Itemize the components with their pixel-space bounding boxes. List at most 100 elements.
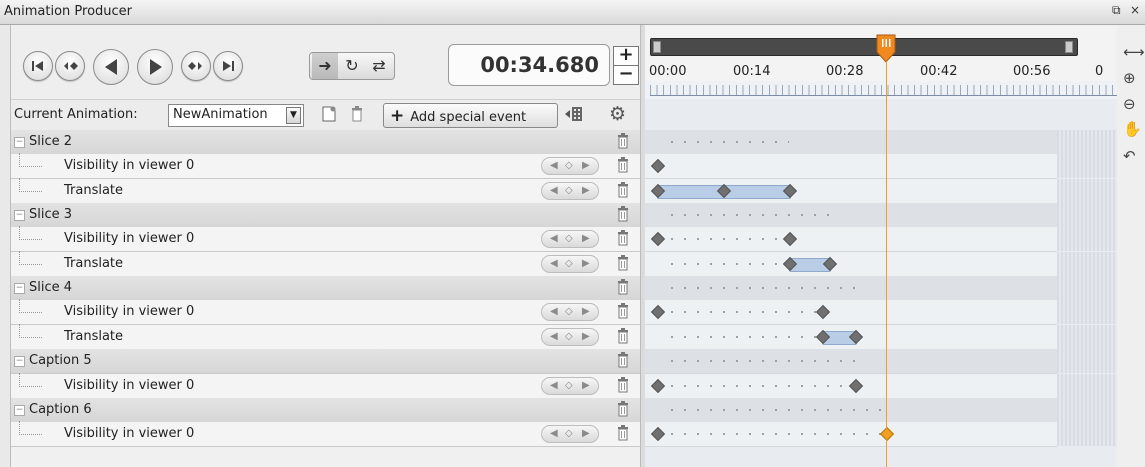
trash-icon[interactable] — [616, 254, 630, 276]
time-scrubber[interactable] — [650, 38, 1078, 56]
next-keyframe-button[interactable] — [181, 51, 211, 81]
set-key-icon[interactable]: ◇ — [565, 304, 573, 320]
trash-icon[interactable] — [616, 376, 630, 398]
timeline-track-row[interactable] — [645, 325, 1117, 350]
insert-keyframe-icon[interactable] — [564, 105, 584, 127]
keyframe-marker[interactable] — [650, 158, 666, 174]
track-group-row[interactable]: − Slice 3 — [11, 203, 641, 228]
next-key-icon[interactable]: ▶ — [582, 183, 590, 199]
track-row[interactable]: ◀ ◇ ▶ Visibility in viewer 0 — [11, 299, 641, 325]
timeline-track-row[interactable] — [645, 398, 1117, 423]
timeline-track-row[interactable] — [645, 300, 1117, 325]
track-row[interactable]: ◀ ◇ ▶ Visibility in viewer 0 — [11, 226, 641, 252]
timeline-track-row[interactable] — [645, 374, 1117, 399]
trash-icon[interactable] — [616, 424, 630, 446]
prev-key-icon[interactable]: ◀ — [550, 329, 558, 345]
keyframe-marker[interactable] — [650, 304, 666, 320]
timeline-track-row[interactable] — [645, 276, 1117, 301]
collapse-toggle-icon[interactable]: − — [14, 356, 25, 367]
previous-keyframe-button[interactable] — [55, 51, 85, 81]
set-key-icon[interactable]: ◇ — [565, 183, 573, 199]
collapse-toggle-icon[interactable]: − — [14, 137, 25, 148]
keyframe-nav-buttons[interactable]: ◀ ◇ ▶ — [541, 182, 599, 200]
next-key-icon[interactable]: ▶ — [582, 231, 590, 247]
trash-icon[interactable] — [616, 400, 630, 422]
next-key-icon[interactable]: ▶ — [582, 378, 590, 394]
fit-range-icon[interactable]: ⟷ — [1123, 43, 1145, 61]
trash-icon[interactable] — [616, 132, 630, 154]
track-row[interactable]: ◀ ◇ ▶ Visibility in viewer 0 — [11, 421, 641, 447]
keyframe-marker[interactable] — [783, 231, 798, 247]
zoom-out-icon[interactable]: ⊖ — [1123, 95, 1136, 113]
prev-key-icon[interactable]: ◀ — [550, 304, 558, 320]
prev-key-icon[interactable]: ◀ — [550, 231, 558, 247]
prev-key-icon[interactable]: ◀ — [550, 183, 558, 199]
time-ruler[interactable] — [650, 85, 1117, 96]
go-to-end-button[interactable] — [213, 51, 243, 81]
track-group-row[interactable]: − Slice 4 — [11, 276, 641, 301]
trash-icon[interactable] — [616, 181, 630, 203]
set-key-icon[interactable]: ◇ — [565, 329, 573, 345]
keyframe-nav-buttons[interactable]: ◀ ◇ ▶ — [541, 157, 599, 175]
go-to-start-button[interactable] — [23, 51, 53, 81]
prev-key-icon[interactable]: ◀ — [550, 256, 558, 272]
new-animation-icon[interactable] — [321, 105, 337, 127]
gear-icon[interactable]: ⚙ — [609, 103, 626, 125]
timeline-track-row[interactable] — [645, 130, 1117, 155]
zoom-in-icon[interactable]: ⊕ — [1123, 69, 1136, 87]
scrubber-start-cap[interactable] — [653, 41, 661, 53]
set-key-icon[interactable]: ◇ — [565, 256, 573, 272]
keyframe-marker[interactable] — [849, 378, 864, 394]
timeline-track-row[interactable] — [645, 227, 1117, 252]
timeline-track-row[interactable] — [645, 154, 1117, 179]
scrubber-end-cap[interactable] — [1065, 41, 1073, 53]
set-key-icon[interactable]: ◇ — [565, 426, 573, 442]
loop-icon[interactable]: ↻ — [339, 53, 365, 79]
pan-hand-icon[interactable]: ✋ — [1123, 120, 1142, 138]
keyframe-nav-buttons[interactable]: ◀ ◇ ▶ — [541, 255, 599, 273]
timeline-track-row[interactable] — [645, 252, 1117, 277]
set-key-icon[interactable]: ◇ — [565, 158, 573, 174]
trash-icon[interactable] — [616, 229, 630, 251]
add-special-event-button[interactable]: + Add special event — [383, 103, 558, 128]
keyframe-marker[interactable] — [650, 231, 666, 247]
close-window-icon[interactable]: × — [1130, 3, 1140, 17]
track-group-row[interactable]: − Slice 2 — [11, 130, 641, 155]
keyframe-nav-buttons[interactable]: ◀ ◇ ▶ — [541, 230, 599, 248]
next-key-icon[interactable]: ▶ — [582, 158, 590, 174]
swing-icon[interactable]: ⇄ — [366, 53, 392, 79]
play-once-icon[interactable]: ➜ — [312, 53, 338, 79]
undo-icon[interactable]: ↶ — [1123, 147, 1136, 165]
track-group-row[interactable]: − Caption 6 — [11, 398, 641, 423]
keyframe-marker[interactable] — [816, 304, 831, 320]
trash-icon[interactable] — [616, 156, 630, 178]
play-backward-button[interactable] — [93, 49, 129, 85]
keyframe-marker[interactable] — [650, 426, 666, 442]
next-key-icon[interactable]: ▶ — [582, 329, 590, 345]
next-key-icon[interactable]: ▶ — [582, 256, 590, 272]
timeline-track-row[interactable] — [645, 349, 1117, 374]
keyframe-marker[interactable] — [650, 378, 666, 394]
playhead-handle[interactable] — [876, 34, 896, 64]
track-row[interactable]: ◀ ◇ ▶ Visibility in viewer 0 — [11, 153, 641, 179]
keyframe-nav-buttons[interactable]: ◀ ◇ ▶ — [541, 377, 599, 395]
collapse-toggle-icon[interactable]: − — [14, 210, 25, 221]
track-group-row[interactable]: − Caption 5 — [11, 349, 641, 374]
set-key-icon[interactable]: ◇ — [565, 378, 573, 394]
delete-animation-icon[interactable] — [350, 105, 364, 127]
trash-icon[interactable] — [616, 302, 630, 324]
track-row[interactable]: ◀ ◇ ▶ Translate — [11, 178, 641, 204]
time-decrement-button[interactable]: − — [613, 65, 639, 85]
set-key-icon[interactable]: ◇ — [565, 231, 573, 247]
collapse-toggle-icon[interactable]: − — [14, 405, 25, 416]
collapse-toggle-icon[interactable]: − — [14, 283, 25, 294]
current-time-display[interactable]: 00:34.680 — [448, 44, 610, 86]
next-key-icon[interactable]: ▶ — [582, 304, 590, 320]
restore-window-icon[interactable]: ⧉ — [1112, 3, 1121, 18]
next-key-icon[interactable]: ▶ — [582, 426, 590, 442]
keyframe-nav-buttons[interactable]: ◀ ◇ ▶ — [541, 303, 599, 321]
timeline-track-row[interactable] — [645, 422, 1117, 447]
timeline-track-row[interactable] — [645, 179, 1117, 204]
keyframe-marker[interactable] — [879, 426, 895, 442]
prev-key-icon[interactable]: ◀ — [550, 378, 558, 394]
